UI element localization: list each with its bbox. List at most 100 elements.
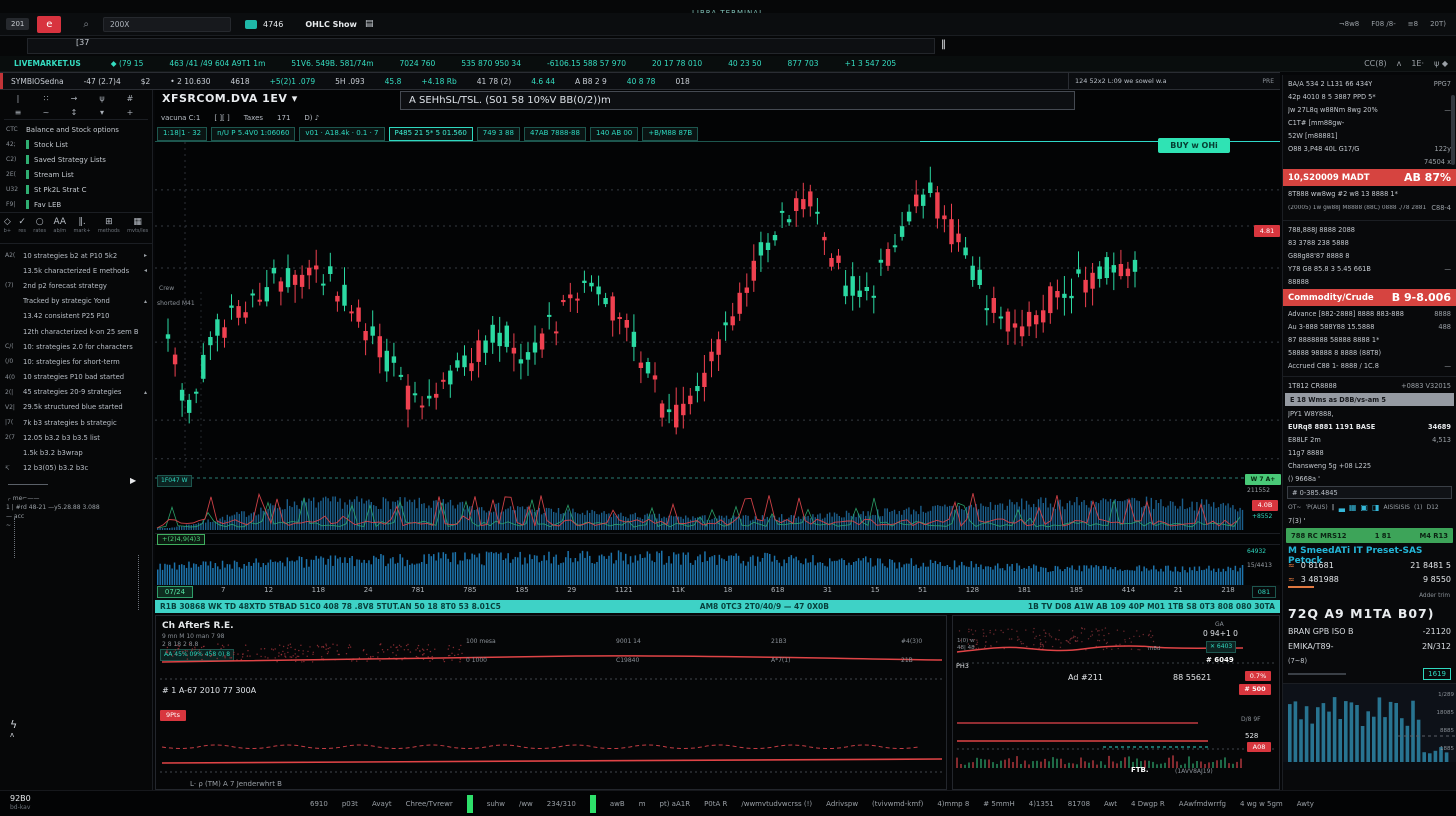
shape-tool[interactable]: ◇b+ bbox=[4, 216, 11, 243]
sidebar-item[interactable]: 2E(Stream List bbox=[0, 167, 152, 182]
shape-tool[interactable]: ▦mvts/les bbox=[127, 216, 148, 243]
scrollbar-thumb[interactable] bbox=[1451, 95, 1455, 165]
status-item[interactable]: /wwmvtudvwcrss (!) bbox=[741, 800, 812, 808]
tool-icon[interactable]: ∷ bbox=[32, 92, 60, 106]
toolbar-item[interactable]: ◨ bbox=[1372, 503, 1380, 512]
shape-tool[interactable]: ⊞methods bbox=[98, 216, 120, 243]
sidebar-row[interactable]: E88LF 2m4,513 bbox=[1283, 433, 1456, 446]
sidebar-row[interactable]: 11g7 8888 bbox=[1283, 446, 1456, 459]
tab-label[interactable]: [37 bbox=[76, 38, 89, 47]
item-arrow-icon[interactable]: ▴ bbox=[144, 298, 147, 305]
toolbar-item[interactable]: D12 bbox=[1426, 504, 1438, 511]
sidebar-row[interactable]: BRAN GPB ISO B-21120 bbox=[1283, 624, 1456, 639]
status-item[interactable]: P0tA R bbox=[704, 800, 727, 808]
search-input[interactable]: 200X bbox=[103, 17, 231, 32]
sidebar-row[interactable]: 74504 x bbox=[1283, 155, 1456, 168]
tool-icon[interactable]: # bbox=[116, 92, 144, 106]
sidebar-row[interactable]: C1T# [mm88gw- bbox=[1283, 116, 1456, 129]
status-item[interactable]: 4)mmp 8 bbox=[937, 800, 969, 808]
ohlc-chip[interactable]: v01 · A18.4k · 0.1 · 7 bbox=[299, 127, 384, 141]
toolbar-icon[interactable]: F08 /8- bbox=[1371, 20, 1396, 28]
status-item[interactable]: # 5mmH bbox=[983, 800, 1014, 808]
sidebar-row[interactable]: O88 3,P48 40L G17/G122y bbox=[1283, 142, 1456, 155]
list-item[interactable]: (7)2nd p2 forecast strategy bbox=[0, 278, 152, 293]
tool-icon[interactable]: + bbox=[116, 106, 144, 120]
list-item[interactable]: 13.5k characterized E methods◂ bbox=[0, 263, 152, 278]
chart-sub-toolbar[interactable]: vacuna C:1[ ][ ]Taxes171D) ♪ bbox=[161, 114, 319, 122]
sidebar-row[interactable]: () 9668a ' bbox=[1283, 472, 1456, 485]
chart-tool[interactable]: D) ♪ bbox=[304, 114, 319, 122]
ticker-icon[interactable]: 1E· bbox=[1411, 59, 1424, 68]
tool-icon[interactable]: | bbox=[4, 92, 32, 106]
shape-tools-row[interactable]: ◇b+✓res○ratesAAab/m‖.mark+⊞methods▦mvts/… bbox=[0, 212, 152, 244]
tool-icon[interactable]: ~ bbox=[32, 106, 60, 120]
sidebar-row[interactable]: EMIKA/T89-2N/312 bbox=[1283, 639, 1456, 654]
toolbar-icon[interactable]: ¬8w8 bbox=[1339, 20, 1360, 28]
list-item[interactable]: 2(|45 strategies 20-9 strategies▴ bbox=[0, 385, 152, 400]
chart-tool[interactable]: Taxes bbox=[244, 114, 263, 122]
status-item[interactable]: Awty bbox=[1297, 800, 1314, 808]
sidebar-row[interactable]: EURq8 8881 1191 BASE34689 bbox=[1283, 420, 1456, 433]
status-item[interactable]: 4 Dwgp R bbox=[1131, 800, 1165, 808]
ohlc-chip[interactable]: 1:18|1 · 32 bbox=[157, 127, 207, 141]
ohlc-chip[interactable]: n/U P 5.4V0 1:06060 bbox=[211, 127, 295, 141]
play-cursor-icon[interactable]: ▶ bbox=[130, 476, 136, 485]
toolbar-icon[interactable]: 20T) bbox=[1430, 20, 1446, 28]
sidebar-input[interactable]: # 0-385.4845 bbox=[1287, 486, 1452, 499]
sidebar-item[interactable]: U32St Pk2L Strat C bbox=[0, 182, 152, 197]
status-item[interactable]: m bbox=[639, 800, 646, 808]
cube-icon[interactable]: ▤ bbox=[365, 19, 374, 29]
ticker-icon[interactable]: ʌ bbox=[1397, 59, 1402, 68]
sidebar-row[interactable]: Accrued C88 1- 8888 / 1C.8— bbox=[1283, 359, 1456, 372]
list-item[interactable]: |7(7k b3 strategies b strategic bbox=[0, 415, 152, 430]
shape-tool[interactable]: ○rates bbox=[33, 216, 46, 243]
status-item[interactable]: Avayt bbox=[372, 800, 392, 808]
shape-tool[interactable]: ‖.mark+ bbox=[73, 216, 90, 243]
list-item[interactable]: A2(10 strategies b2 at P10 5k2▸ bbox=[0, 248, 152, 263]
toolbar-icon[interactable]: ≡8 bbox=[1408, 20, 1418, 28]
sidebar-item[interactable]: C2)Saved Strategy Lists bbox=[0, 152, 152, 167]
sidebar-row[interactable]: Y78 G8 85.8 3 5.45 661B— bbox=[1283, 262, 1456, 275]
list-item[interactable]: ↸12 b3(05) b3.2 b3c bbox=[0, 461, 152, 476]
sidebar-row[interactable]: 8T888 ww8wg #2 w8 13 8888 1* bbox=[1283, 187, 1456, 200]
list-item[interactable]: 13.42 consistent P25 P10 bbox=[0, 309, 152, 324]
sidebar-item[interactable]: CTCBalance and Stock options bbox=[0, 122, 152, 137]
lightning-icon[interactable]: ϟʌ bbox=[10, 720, 17, 740]
highlighted-row[interactable]: E 18 Wms as D8B/vs-am 5 bbox=[1285, 393, 1454, 406]
list-item[interactable]: C/(10: strategies 2.0 for characters bbox=[0, 339, 152, 354]
drawing-tools-grid[interactable]: |∷→ψ#≡~↕▾+ bbox=[4, 92, 148, 120]
indicator-overlay-box[interactable]: A SEHhSL/TSL. (S01 58 10%V BB(0/2))m bbox=[400, 91, 1075, 110]
status-item[interactable]: 4)1351 bbox=[1029, 800, 1054, 808]
status-item[interactable]: (tvivwmd-kmf) bbox=[872, 800, 923, 808]
sidebar-row[interactable]: 1T812 CR8888+0883 V32015 bbox=[1283, 379, 1456, 392]
list-item[interactable]: 1.5k b3.2 b3wrap bbox=[0, 445, 152, 460]
sidebar-item[interactable]: F9|Fav LEB bbox=[0, 197, 152, 212]
sidebar-row[interactable]: 87 8888888 58888 8888 1* bbox=[1283, 333, 1456, 346]
sidebar-row[interactable]: Au 3-888 588Y88 15.5888488 bbox=[1283, 320, 1456, 333]
ticker-icon[interactable]: CC(8) bbox=[1364, 59, 1387, 68]
status-item[interactable]: AAwfmdwrrfg bbox=[1179, 800, 1226, 808]
item-arrow-icon[interactable]: ◂ bbox=[144, 267, 147, 274]
toolbar-item[interactable]: (1) bbox=[1414, 504, 1423, 511]
position-row[interactable]: ≈3 4819889 8550 bbox=[1283, 572, 1456, 586]
toolbar-item[interactable]: OT~ bbox=[1288, 504, 1301, 511]
sidebar-row[interactable]: 788,888J 8888 2088 bbox=[1283, 223, 1456, 236]
tab-container[interactable] bbox=[27, 38, 935, 54]
chart-tool[interactable]: [ ][ ] bbox=[214, 114, 229, 122]
shape-tool[interactable]: ✓res bbox=[18, 216, 26, 243]
sidebar-row[interactable]: 42p 4010 8 5 3887 PPD 5* bbox=[1283, 90, 1456, 103]
toolbar-item[interactable]: ▃ bbox=[1339, 503, 1345, 512]
indicator-pane[interactable] bbox=[155, 470, 1280, 533]
ohlc-chip[interactable]: 140 AB 00 bbox=[590, 127, 638, 141]
tool-icon[interactable]: → bbox=[60, 92, 88, 106]
status-item[interactable]: /ww bbox=[519, 800, 533, 808]
alert-banner[interactable]: 10,S20009 MADTAB 87% bbox=[1283, 169, 1456, 186]
sidebar-row[interactable]: 83 3788 238 5888 bbox=[1283, 236, 1456, 249]
list-item[interactable]: 12th characterized k-on 25 sem B bbox=[0, 324, 152, 339]
sidebar-slider[interactable] bbox=[8, 484, 48, 485]
ohlc-show-menu[interactable]: OHLC Show bbox=[305, 20, 357, 29]
item-arrow-icon[interactable]: ▸ bbox=[144, 252, 147, 259]
status-item[interactable]: awB bbox=[610, 800, 625, 808]
sidebar-row[interactable]: 88888 bbox=[1283, 275, 1456, 288]
ohlc-chip[interactable]: +B/M88 87B bbox=[642, 127, 698, 141]
